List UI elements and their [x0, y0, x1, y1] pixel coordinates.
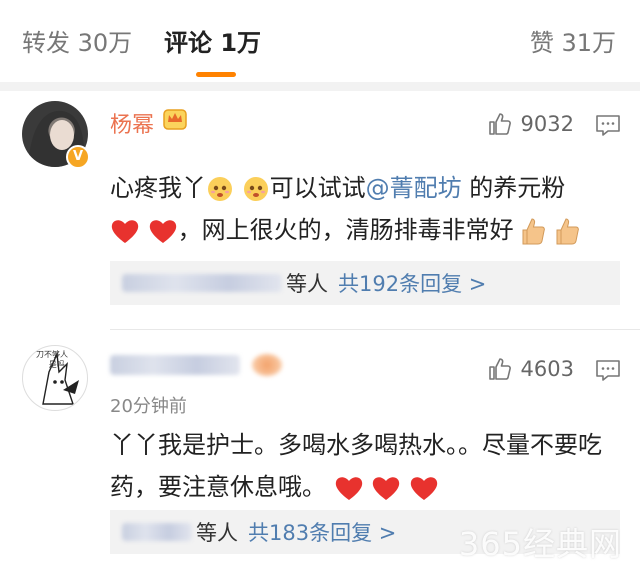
thumbs-up-emoji-icon	[522, 218, 546, 245]
like-button[interactable]: 9032	[487, 111, 574, 137]
heart-icon	[410, 477, 438, 500]
section-divider	[0, 82, 640, 91]
like-count: 4603	[520, 357, 574, 381]
replies-preview[interactable]: 等人 共192条回复 >	[110, 261, 620, 305]
comment-username-blurred[interactable]	[110, 354, 282, 376]
like-count: 9032	[520, 112, 574, 136]
reply-count-link[interactable]: 共183条回复 >	[248, 517, 396, 547]
reply-icon[interactable]	[594, 358, 622, 382]
blurred-usernames	[122, 274, 282, 292]
active-tab-indicator	[196, 72, 236, 77]
comment-timestamp: 20分钟前	[110, 396, 187, 417]
blurred-badge-icon	[252, 354, 282, 376]
comment-item: 刀不够人 是吗 4603 20分钟前 丫丫我是护士。多喝水多喝热水。。尽量不要吃…	[0, 330, 640, 579]
heart-icon	[373, 477, 400, 500]
pouting-face-emoji-icon	[243, 177, 268, 201]
tab-repost[interactable]: 转发 30万	[22, 26, 132, 60]
reply-people-label: 等人	[286, 272, 328, 296]
comment-text: 心疼我丫 可以试试@菁配坊 的养元粉 ，网上很火的，清肠排毒非常好	[110, 167, 620, 251]
comment-text-segment: 心疼我丫	[110, 174, 206, 202]
comment-item: V 杨幂 9032 心疼我丫 可以试试@菁配坊 的养元粉 ，网上很火的，清肠排毒…	[0, 91, 640, 331]
comment-text-segment: ，网上很火的，清肠排毒非常好	[177, 216, 514, 244]
tab-bar: 转发 30万 评论 1万 赞 31万	[0, 0, 640, 82]
blurred-usernames	[122, 523, 192, 541]
thumbs-up-emoji-icon	[556, 218, 579, 245]
comment-text-segment: 可以试试	[269, 174, 366, 202]
crown-badge-icon	[163, 109, 187, 130]
heart-icon	[111, 220, 139, 243]
comment-text: 丫丫我是护士。多喝水多喝热水。。尽量不要吃药，要注意休息哦。	[110, 424, 620, 508]
reply-count-link[interactable]: 共192条回复 >	[338, 268, 486, 298]
heart-icon	[149, 220, 176, 243]
thumbs-up-icon	[488, 113, 511, 135]
reply-icon[interactable]	[594, 113, 622, 137]
avatar-caption: 刀不够人 是吗	[36, 350, 68, 369]
verified-badge: V	[66, 145, 90, 169]
comment-username[interactable]: 杨幂	[110, 107, 154, 139]
pouting-face-emoji-icon	[208, 177, 232, 201]
watermark: 365经典网	[458, 525, 622, 563]
tab-comment[interactable]: 评论 1万	[164, 26, 261, 60]
blurred-username	[110, 355, 240, 375]
heart-icon	[335, 477, 362, 500]
like-button[interactable]: 4603	[487, 356, 574, 382]
thumbs-up-icon	[488, 358, 511, 380]
tab-like[interactable]: 赞 31万	[530, 26, 616, 60]
comment-text-segment: 的养元粉	[461, 174, 566, 202]
reply-people-label: 等人	[196, 521, 238, 545]
mention-link[interactable]: @菁配坊	[366, 174, 462, 202]
